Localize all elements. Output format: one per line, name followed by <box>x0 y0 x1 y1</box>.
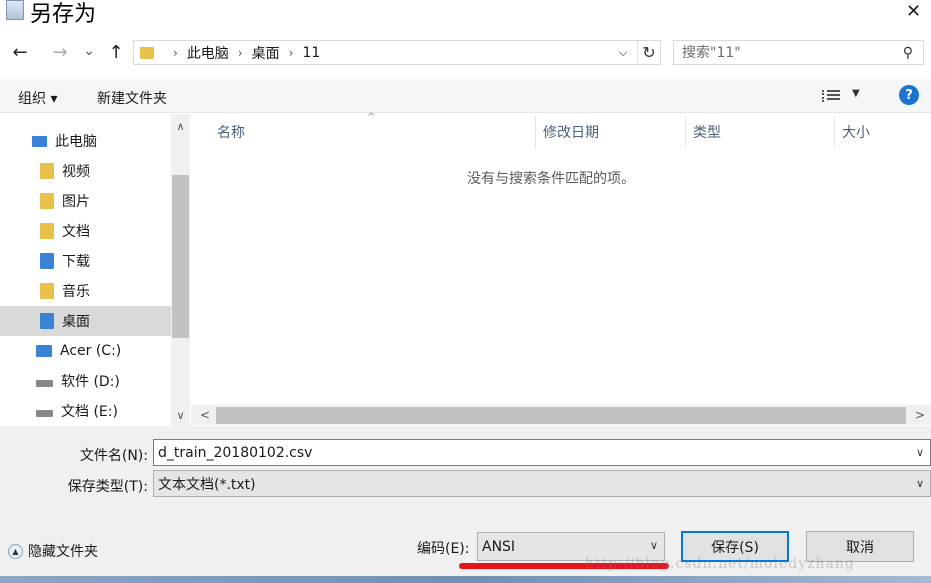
videos-folder-icon <box>40 163 54 179</box>
search-icon[interactable]: ⚲ <box>903 45 913 61</box>
chevron-down-icon[interactable]: ⌵ <box>612 41 634 64</box>
sidebar-item-drive-c[interactable]: Acer (C:) <box>0 336 171 366</box>
pictures-folder-icon <box>40 193 54 209</box>
sidebar-item-label: 桌面 <box>62 314 90 330</box>
sidebar-item-videos[interactable]: 视频 <box>0 156 171 186</box>
sidebar-item-label: 此电脑 <box>55 134 97 150</box>
chevron-down-icon[interactable]: ▼ <box>852 88 860 99</box>
new-folder-button[interactable]: 新建文件夹 <box>97 88 167 108</box>
column-size[interactable]: 大小 <box>835 116 931 148</box>
save-type-select[interactable]: 文本文档(*.txt) ∨ <box>153 470 931 497</box>
up-button[interactable]: ↑ <box>104 40 128 64</box>
sidebar-scrollbar-thumb[interactable] <box>172 175 189 338</box>
chevron-down-icon[interactable]: ∨ <box>916 477 924 490</box>
sidebar-item-documents[interactable]: 文档 <box>0 216 171 246</box>
close-button[interactable]: ✕ <box>896 0 931 22</box>
back-button[interactable]: ← <box>8 40 32 64</box>
sidebar-item-label: 文档 (E:) <box>61 404 118 420</box>
filename-field[interactable]: d_train_20180102.csv ∨ <box>153 439 931 466</box>
drive-icon <box>36 410 53 417</box>
navigation-pane: 此电脑 视频 图片 文档 下载 音乐 桌面 Acer (C:) 软件 (D:) … <box>0 114 190 426</box>
filename-value[interactable]: d_train_20180102.csv <box>158 445 312 461</box>
column-type[interactable]: 类型 <box>686 116 835 148</box>
recent-locations-button[interactable]: ⌄ <box>77 39 101 63</box>
chevron-down-icon[interactable]: ∨ <box>650 539 658 552</box>
sidebar-item-pictures[interactable]: 图片 <box>0 186 171 216</box>
address-bar[interactable]: › 此电脑 › 桌面 › 11 <box>133 40 661 65</box>
refresh-button[interactable]: ↻ <box>637 41 660 64</box>
sidebar-item-label: 视频 <box>62 164 90 180</box>
encoding-value: ANSI <box>482 538 516 555</box>
sort-ascending-icon: ^ <box>367 112 376 123</box>
encoding-label: 编码(E): <box>417 541 470 557</box>
file-list-header: 名称 修改日期 类型 大小 <box>191 116 931 148</box>
scroll-down-icon[interactable]: ∨ <box>171 405 190 425</box>
chevron-down-icon[interactable]: ∨ <box>916 446 924 459</box>
sidebar-item-label: 图片 <box>62 194 90 210</box>
drive-icon <box>36 380 53 387</box>
breadcrumb-separator[interactable]: › <box>289 46 294 60</box>
save-type-label: 保存类型(T): <box>67 479 148 495</box>
sidebar-item-drive-e[interactable]: 文档 (E:) <box>0 396 171 426</box>
forward-button[interactable]: → <box>48 40 72 64</box>
sidebar-item-desktop[interactable]: 桌面 <box>0 306 171 336</box>
watermark-text: http://blog.csdn.net/moledyzhang <box>585 556 855 572</box>
music-folder-icon <box>40 283 54 299</box>
search-input[interactable] <box>682 44 892 61</box>
sidebar-item-label: 文档 <box>62 224 90 240</box>
save-type-value: 文本文档(*.txt) <box>158 476 256 493</box>
column-date-modified[interactable]: 修改日期 <box>536 116 686 148</box>
sidebar-item-this-pc[interactable]: 此电脑 <box>0 126 171 156</box>
breadcrumb-separator[interactable]: › <box>238 46 243 60</box>
sidebar-item-label: 软件 (D:) <box>61 374 120 390</box>
filename-label: 文件名(N): <box>79 448 148 464</box>
scroll-left-icon[interactable]: < <box>196 405 214 425</box>
hide-folders-label: 隐藏文件夹 <box>28 544 98 560</box>
sidebar-item-label: Acer (C:) <box>60 343 122 359</box>
sidebar-item-drive-d[interactable]: 软件 (D:) <box>0 366 171 396</box>
window-title: 另存为 <box>30 2 97 27</box>
desktop-folder-icon <box>40 313 54 329</box>
help-button[interactable]: ? <box>899 85 919 105</box>
sidebar-item-label: 下载 <box>62 254 90 270</box>
scroll-up-icon[interactable]: ∧ <box>171 116 190 136</box>
title-bar <box>0 0 931 28</box>
breadcrumb-11[interactable]: 11 <box>302 45 320 61</box>
scroll-right-icon[interactable]: > <box>911 405 929 425</box>
computer-icon <box>32 135 47 147</box>
search-box[interactable]: ⚲ <box>673 40 924 65</box>
hide-folders-button[interactable]: ▲ 隐藏文件夹 <box>8 541 98 561</box>
folder-icon <box>140 46 154 59</box>
chevron-up-icon: ▲ <box>8 543 23 559</box>
sidebar-item-label: 音乐 <box>62 284 90 300</box>
organize-button[interactable]: 组织 ▾ <box>18 88 57 108</box>
breadcrumb-this-pc[interactable]: 此电脑 <box>187 43 229 63</box>
breadcrumb-desktop[interactable]: 桌面 <box>252 43 280 63</box>
sidebar-item-downloads[interactable]: 下载 <box>0 246 171 276</box>
view-options-icon[interactable] <box>822 88 840 104</box>
sidebar-item-music[interactable]: 音乐 <box>0 276 171 306</box>
downloads-folder-icon <box>40 253 54 269</box>
notepad-icon <box>6 0 24 20</box>
windows-drive-icon <box>36 345 52 357</box>
breadcrumb-separator: › <box>173 45 178 60</box>
documents-folder-icon <box>40 223 54 239</box>
background-strip <box>0 576 931 583</box>
empty-list-message: 没有与搜索条件匹配的项。 <box>467 171 635 187</box>
horizontal-scrollbar-thumb[interactable] <box>216 407 906 424</box>
column-name[interactable]: 名称 <box>191 116 536 148</box>
